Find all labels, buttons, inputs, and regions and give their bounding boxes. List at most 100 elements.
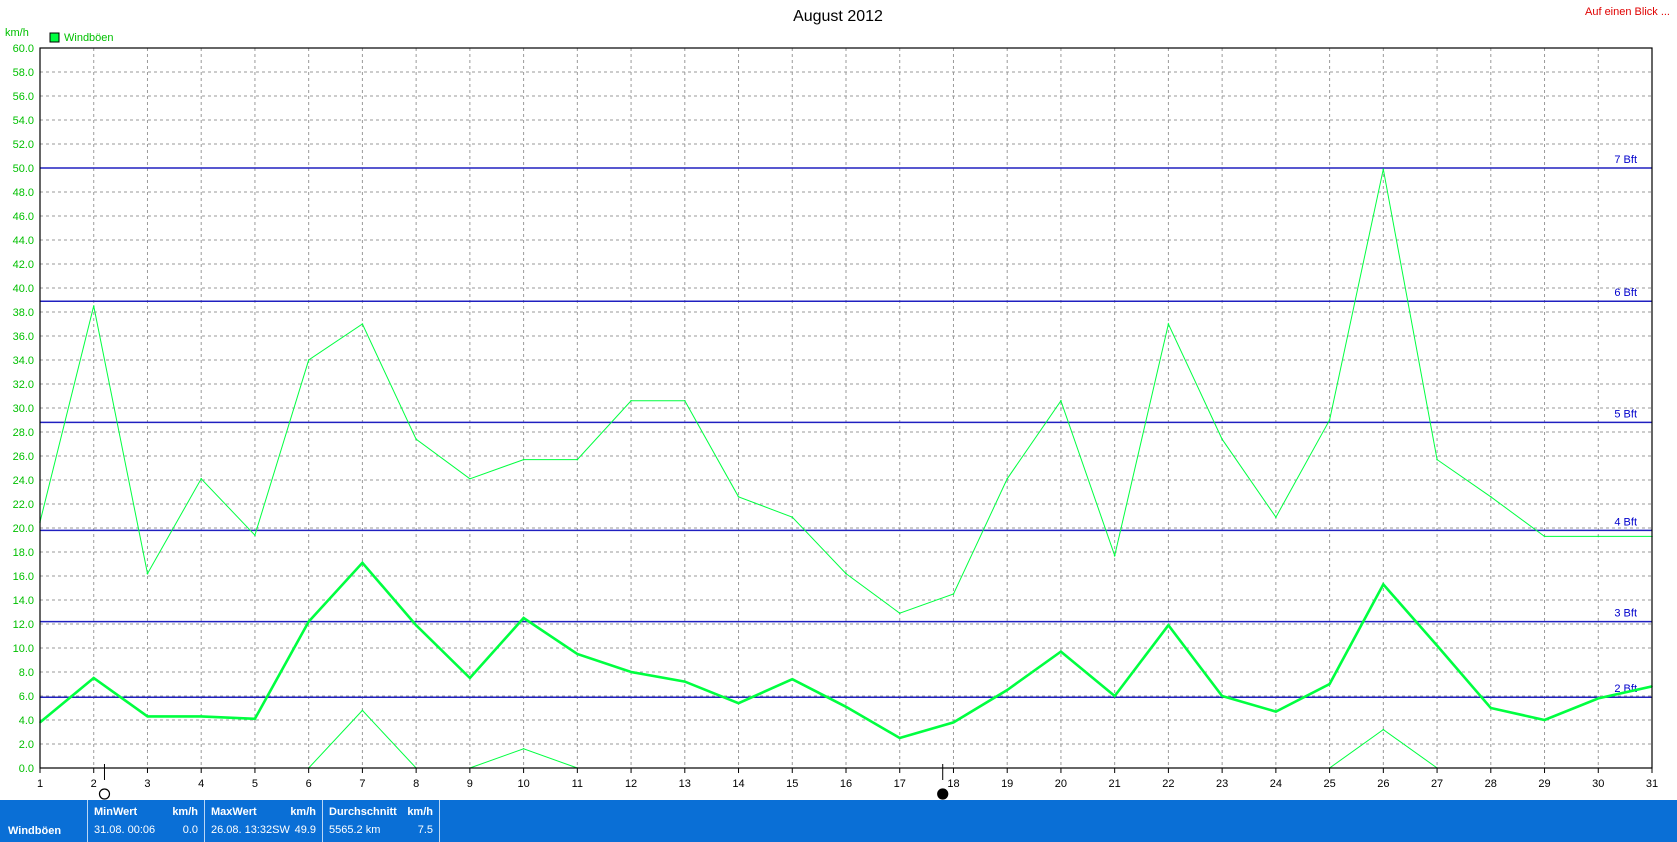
y-tick-label: 50.0 — [13, 163, 34, 175]
x-tick-label: 13 — [679, 778, 691, 790]
y-tick-label: 22.0 — [13, 499, 34, 511]
max-stats-cell: MaxWert km/h 26.08. 13:32SW 49.9 — [205, 800, 323, 842]
data-point — [1543, 535, 1546, 538]
y-tick-label: 24.0 — [13, 475, 34, 487]
data-point — [469, 478, 471, 480]
y-tick-label: 10.0 — [13, 643, 34, 655]
x-tick-label: 2 — [91, 778, 97, 790]
data-point — [307, 359, 310, 361]
data-point — [1221, 695, 1223, 697]
data-point — [1006, 478, 1008, 480]
series-line-thin-min — [308, 709, 578, 769]
data-point — [361, 562, 364, 564]
data-point — [361, 323, 364, 325]
data-point — [1328, 683, 1331, 685]
stats-label-cell — [0, 800, 88, 842]
avg-value: 7.5 — [417, 824, 433, 836]
chart: August 2012 km/h Windböen Auf einen Blic… — [5, 6, 1670, 800]
y-tick-label: 0.0 — [19, 763, 34, 775]
x-tick-label: 27 — [1431, 778, 1443, 790]
avg-header: Durchschnitt — [329, 806, 397, 818]
y-tick-label: 48.0 — [13, 187, 34, 199]
data-point — [1113, 554, 1116, 557]
y-tick-label: 56.0 — [13, 91, 34, 103]
data-point — [684, 400, 686, 402]
data-point — [1113, 695, 1116, 697]
x-tick-label: 29 — [1538, 778, 1550, 790]
data-point — [92, 305, 95, 307]
x-tick-label: 19 — [1001, 778, 1013, 790]
y-tick-label: 12.0 — [13, 619, 34, 631]
x-tick-label: 14 — [732, 778, 744, 790]
overview-link[interactable]: Auf einen Blick ... — [1585, 6, 1670, 18]
y-tick-label: 42.0 — [13, 259, 34, 271]
y-tick-label: 44.0 — [13, 235, 34, 247]
chart-title: August 2012 — [793, 8, 883, 25]
data-point — [1436, 644, 1438, 647]
y-tick-label: 40.0 — [13, 283, 34, 295]
y-tick-label: 36.0 — [13, 331, 34, 343]
y-tick-label: 2.0 — [19, 739, 34, 751]
data-point — [92, 677, 95, 679]
data-point — [307, 620, 310, 623]
beaufort-label: 5 Bft — [1614, 408, 1637, 420]
x-tick-label: 25 — [1323, 778, 1335, 790]
x-tick-label: 6 — [306, 778, 312, 790]
data-point — [1167, 624, 1170, 626]
x-tick-label: 17 — [894, 778, 906, 790]
data-point — [1597, 535, 1600, 538]
max-date-time: 26.08. 13:32SW — [211, 824, 290, 836]
x-tick-label: 4 — [198, 778, 204, 790]
data-point — [1275, 516, 1277, 518]
data-point — [1006, 689, 1008, 691]
avg-distance: 5565.2 km — [329, 824, 381, 836]
max-header: MaxWert — [211, 806, 257, 818]
y-tick-label: 18.0 — [13, 547, 34, 559]
data-point — [684, 680, 686, 683]
y-axis-unit: km/h — [5, 27, 29, 39]
data-point — [630, 671, 632, 673]
data-point — [522, 748, 525, 750]
y-tick-label: 34.0 — [13, 355, 34, 367]
x-tick-label: 5 — [252, 778, 258, 790]
x-tick-label: 26 — [1377, 778, 1389, 790]
x-tick-label: 9 — [467, 778, 473, 790]
data-point — [1436, 458, 1438, 461]
x-tick-label: 28 — [1485, 778, 1497, 790]
grid: 0.0 2.0 4.0 6.0 8.0 10.0 12.0 14.0 16.0 18.0 20.0 2… — [13, 43, 1659, 790]
x-tick-label: 31 — [1646, 778, 1658, 790]
data-point — [146, 572, 149, 575]
y-tick-label: 60.0 — [13, 43, 34, 55]
x-tick-label: 20 — [1055, 778, 1067, 790]
data-point — [254, 718, 256, 720]
data-point — [737, 702, 740, 704]
data-point — [1060, 650, 1062, 653]
y-tick-label: 46.0 — [13, 211, 34, 223]
data-point — [415, 438, 417, 441]
y-tick-label: 58.0 — [13, 67, 34, 79]
data-point — [1490, 496, 1492, 498]
data-point — [1167, 323, 1170, 325]
y-tick-label: 54.0 — [13, 115, 34, 127]
x-tick-label: 21 — [1109, 778, 1121, 790]
min-stats-cell: MinWert km/h 31.08. 00:06 0.0 — [88, 800, 205, 842]
x-tick-label: 11 — [572, 778, 583, 790]
legend-label[interactable]: Windböen — [64, 32, 114, 44]
data-point — [469, 677, 471, 679]
data-point — [737, 496, 740, 498]
data-point — [576, 458, 579, 461]
avg-unit: km/h — [407, 806, 433, 818]
x-tick-label: 1 — [37, 778, 43, 790]
x-tick-label: 10 — [517, 778, 529, 790]
max-value: 49.9 — [294, 824, 316, 836]
data-point — [1382, 583, 1385, 586]
data-point — [1543, 719, 1546, 721]
legend-swatch — [49, 32, 60, 43]
x-tick-label: 23 — [1216, 778, 1228, 790]
x-tick-label: 15 — [786, 778, 798, 790]
data-point — [1382, 728, 1385, 731]
data-point — [1490, 707, 1492, 709]
data-point — [1382, 168, 1385, 170]
data-point — [415, 624, 417, 626]
moon-new-icon — [937, 788, 949, 800]
